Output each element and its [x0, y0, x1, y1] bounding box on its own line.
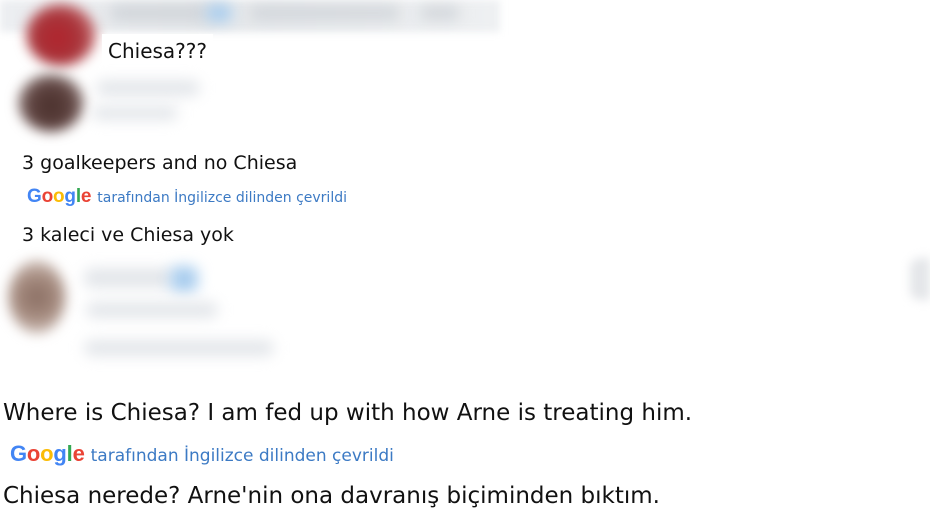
reply-text: Chiesa??? [102, 34, 214, 68]
translated-by-label: tarafından İngilizce dilinden çevrildi [90, 446, 394, 466]
avatar[interactable] [18, 74, 84, 132]
reply-original-text: Where is Chiesa? I am fed up with how Ar… [3, 400, 693, 426]
translation-attribution[interactable]: Google tarafından İngilizce dilinden çev… [10, 441, 394, 467]
google-logo-icon: Google [27, 186, 92, 207]
verified-badge-icon [206, 4, 232, 22]
google-logo-icon: Google [10, 441, 85, 466]
reply-translated-text: 3 kaleci ve Chiesa yok [22, 224, 234, 246]
censored-username [96, 80, 200, 96]
avatar[interactable] [26, 4, 96, 66]
avatar[interactable] [8, 260, 66, 334]
censored-meta [84, 340, 274, 356]
translation-attribution[interactable]: Google tarafından İngilizce dilinden çev… [27, 186, 347, 208]
censored-handle [86, 302, 218, 318]
reply-original-text: 3 goalkeepers and no Chiesa [22, 152, 298, 174]
reply-translated-text: Chiesa nerede? Arne'nin ona davranış biç… [3, 483, 660, 509]
censored-timestamp [420, 7, 460, 19]
censored-username [110, 6, 210, 20]
verified-badge-icon [170, 266, 198, 292]
translated-by-label: tarafından İngilizce dilinden çevrildi [97, 190, 347, 206]
censored-username [84, 268, 174, 288]
more-options-icon[interactable] [910, 258, 930, 300]
censored-handle [250, 7, 400, 19]
censored-handle [92, 106, 178, 120]
